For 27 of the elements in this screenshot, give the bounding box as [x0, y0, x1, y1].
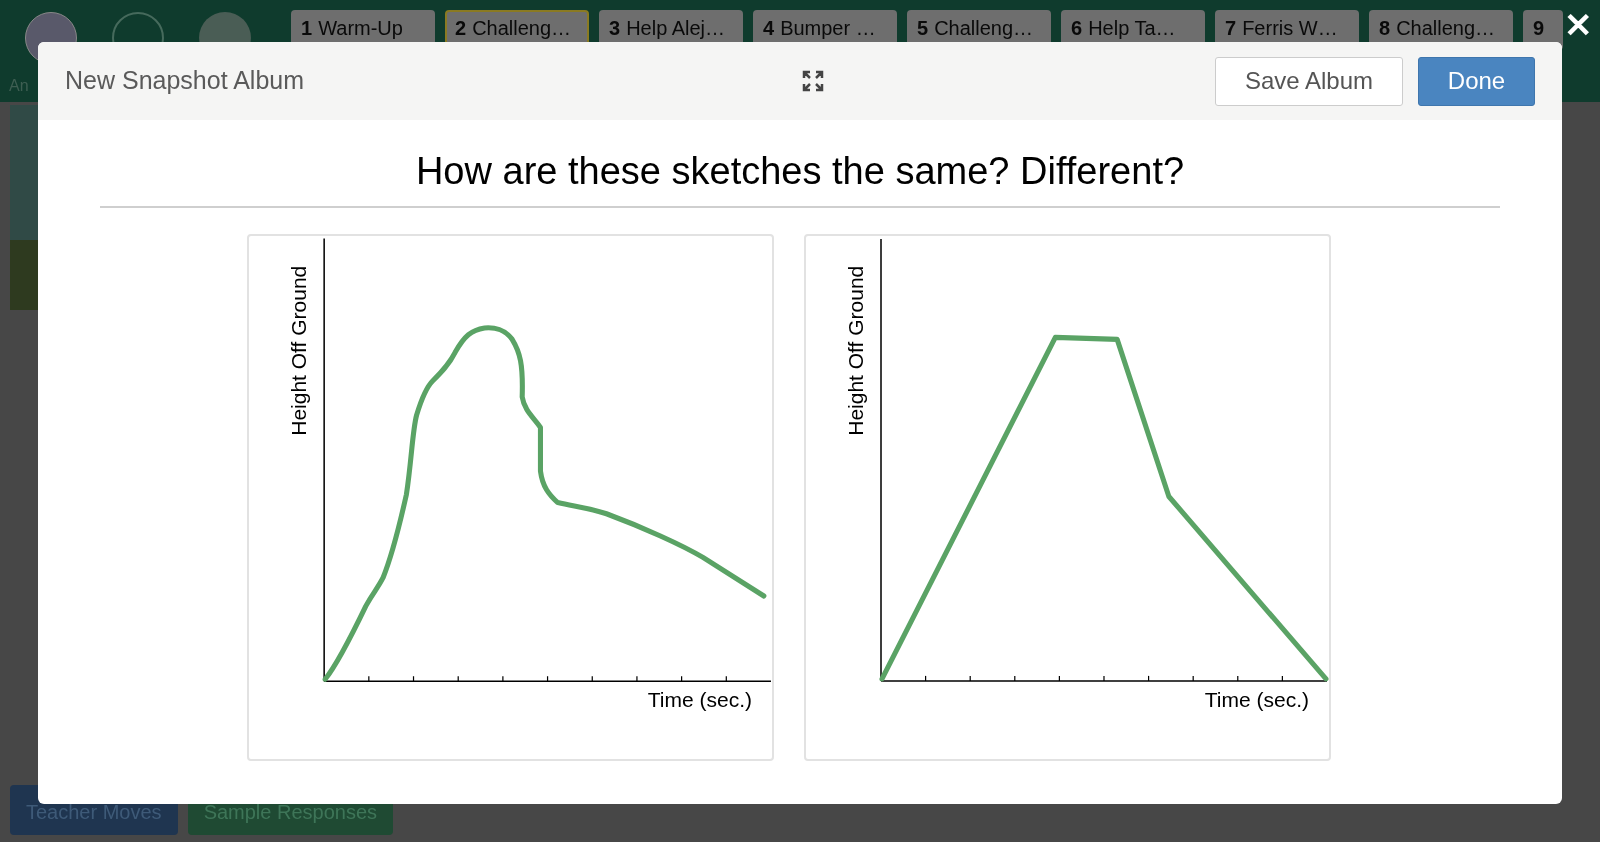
tab-label: Help Ta…: [1088, 16, 1176, 40]
close-button[interactable]: ✕: [1564, 8, 1592, 42]
axis-label: Time (sec.): [1204, 686, 1309, 713]
tab-number: 5: [917, 16, 929, 40]
expand-icon[interactable]: [801, 69, 825, 93]
tab-label: Ferris W…: [1242, 16, 1338, 40]
tab-number: 4: [763, 16, 775, 40]
tab-label: Help Alej…: [626, 16, 726, 40]
save-button[interactable]: Save Album: [1215, 56, 1403, 106]
axis-label: Height Off Ground: [844, 264, 868, 438]
tab-number: 6: [1071, 16, 1083, 40]
axis-label: Time (sec.): [647, 686, 752, 713]
album-heading: How are these sketches the same? Different?: [415, 149, 1185, 194]
tab-label: Challeng…: [1396, 16, 1496, 40]
tab-label: Challeng…: [934, 16, 1034, 40]
tab-number: 7: [1225, 16, 1237, 40]
tab-label: Bumper …: [780, 16, 876, 40]
tab-number: 1: [301, 16, 313, 40]
tab-label: Challeng…: [472, 16, 572, 40]
dialog-title: New Snapshot Album: [65, 65, 306, 97]
done-button[interactable]: Done: [1418, 56, 1535, 106]
tab-number: 8: [1379, 16, 1391, 40]
axis-label: Height Off Ground: [287, 264, 311, 438]
tab-number: 3: [609, 16, 621, 40]
tab-number: 2: [455, 16, 467, 40]
tab-number: 9: [1533, 16, 1545, 40]
tab-label: Warm-Up: [318, 16, 403, 40]
